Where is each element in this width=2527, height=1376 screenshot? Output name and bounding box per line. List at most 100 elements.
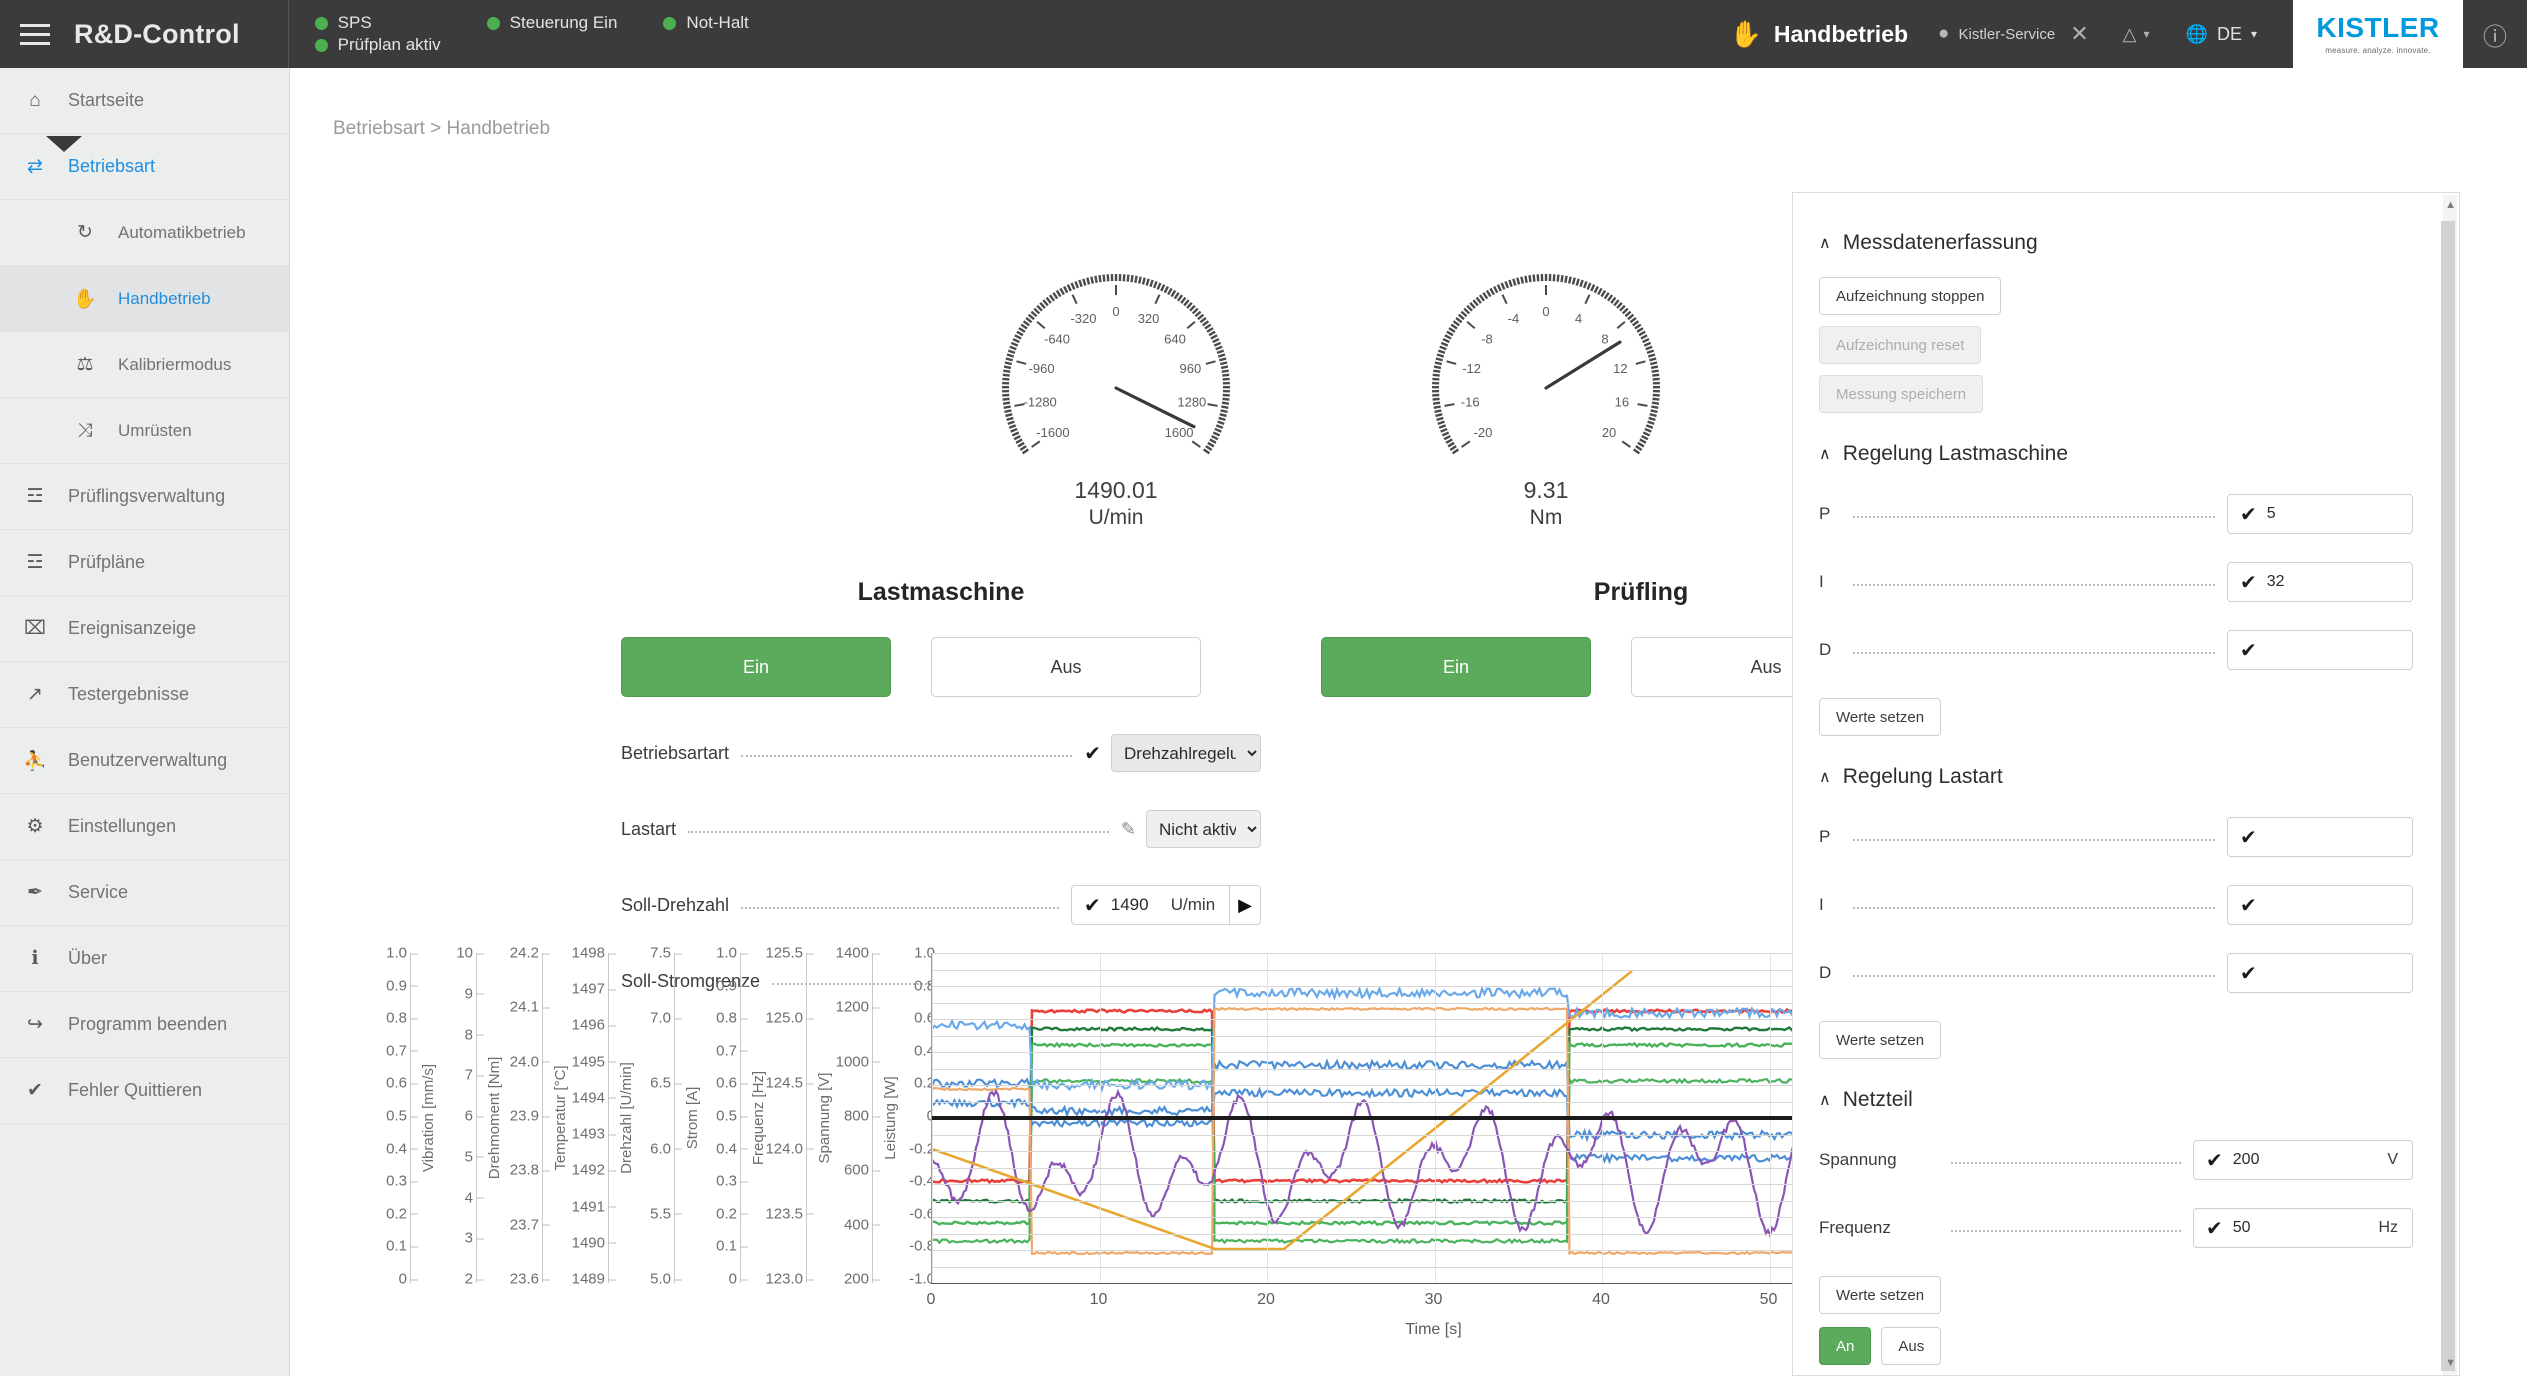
speed-gauge: -1600 -1280 -960 -640 -320 0 320 640 960 1280 1600…	[981, 248, 1251, 530]
param-value[interactable]: 32	[2267, 573, 2285, 591]
check-icon: ✔	[1084, 742, 1101, 765]
sidebar-item-ereignisanzeige[interactable]: ⌧ Ereignisanzeige	[0, 596, 289, 662]
chart-plot-area[interactable]	[930, 953, 1938, 1284]
dotted-leader	[1853, 652, 2215, 654]
param-input-i[interactable]: ✔ 32	[2227, 562, 2413, 602]
status-sps: SPS	[314, 13, 441, 33]
top-bar-right: ✋ Handbetrieb ● Kistler-Service ✕ △ ▾ 🌐 …	[1729, 0, 2527, 68]
param-label: P	[1819, 504, 1831, 523]
section-header-regelung-lastmaschine[interactable]: ∧ Regelung Lastmaschine	[1819, 442, 2413, 466]
svg-text:20: 20	[1602, 425, 1616, 440]
param-value[interactable]: 200	[2233, 1151, 2260, 1169]
info-icon[interactable]: ⓘ	[2483, 17, 2507, 52]
netzteil-aus-button[interactable]: Aus	[1881, 1327, 1942, 1365]
number-field-value[interactable]: 1490	[1111, 895, 1171, 915]
scroll-down-icon[interactable]: ▼	[2445, 1357, 2456, 1369]
sidebar-item-testergebnisse[interactable]: ↗ Testergebnisse	[0, 662, 289, 728]
shuffle-icon: ⤨	[77, 419, 93, 441]
param-input-d[interactable]: ✔	[2227, 630, 2413, 670]
sidebar-item-pr-flingsverwaltung[interactable]: ☲ Prüflingsverwaltung	[0, 464, 289, 530]
apply-play-button[interactable]: ▶	[1229, 886, 1260, 924]
sidebar-item-pr-fpl-ne[interactable]: ☲ Prüfpläne	[0, 530, 289, 596]
warnings-menu[interactable]: △ ▾	[2123, 24, 2150, 45]
netzteil-an-button[interactable]: An	[1819, 1327, 1872, 1365]
pencil-icon[interactable]: ✎	[1121, 819, 1136, 840]
sidebar-item-startseite[interactable]: ⌂ Startseite	[0, 68, 289, 134]
chart-zero-line	[932, 1116, 1936, 1120]
status-steuerung-ein: Steuerung Ein	[486, 13, 617, 33]
button-werte-setzen-1[interactable]: Werte setzen	[1819, 698, 1942, 736]
logout-close-icon[interactable]: ✕	[2070, 21, 2088, 47]
sidebar-item-handbetrieb[interactable]: ✋ Handbetrieb	[0, 266, 289, 332]
param-input-d[interactable]: ✔	[2227, 953, 2413, 993]
status-not-halt: Not-Halt	[663, 13, 749, 33]
sidebar-item-programm-beenden[interactable]: ↪ Programm beenden	[0, 992, 289, 1058]
right-panel-scrollbar[interactable]	[2441, 195, 2457, 1375]
param-input-p[interactable]: ✔ 5	[2227, 494, 2413, 534]
chart-gridline-h	[932, 1134, 1936, 1136]
sidebar-item-kalibriermodus[interactable]: ⚖ Kalibriermodus	[0, 332, 289, 398]
number-field-soll-drehzahl[interactable]: ✔ 1490 U/min ▶	[1071, 885, 1261, 925]
svg-text:-4: -4	[1508, 311, 1520, 326]
dotted-leader	[1853, 584, 2215, 586]
param-value[interactable]: 5	[2267, 505, 2276, 523]
lastmaschine-aus-button[interactable]: Aus	[931, 637, 1201, 697]
sidebar-item-einstellungen[interactable]: ⚙ Einstellungen	[0, 794, 289, 860]
select-betriebsartart[interactable]: Drehzahlregelung	[1111, 734, 1261, 772]
sidebar-item-betriebsart[interactable]: ⇄ Betriebsart	[0, 134, 289, 200]
sidebar: ⌂ Startseite ⇄ Betriebsart ↻ Automatikbetrieb…	[0, 68, 290, 1376]
select-lastart[interactable]: Nicht aktiv	[1146, 810, 1261, 848]
param-input-p[interactable]: ✔	[2227, 817, 2413, 857]
field-row-lastart: Lastart ✎ Nicht aktiv	[621, 809, 1261, 849]
button-werte-setzen-3[interactable]: Werte setzen	[1819, 1276, 1942, 1314]
scroll-up-icon[interactable]: ▲	[2445, 199, 2456, 211]
language-label: DE	[2216, 23, 2242, 44]
param-row-d: D ✔	[1819, 630, 2413, 670]
menu-toggle-icon[interactable]	[0, 0, 70, 68]
sidebar-item--ber[interactable]: ℹ Über	[0, 926, 289, 992]
button-werte-setzen-2[interactable]: Werte setzen	[1819, 1021, 1942, 1059]
section-title: Messdatenerfassung	[1842, 231, 2038, 254]
sidebar-item-label: Benutzerverwaltung	[68, 750, 228, 770]
param-input-i[interactable]: ✔	[2227, 885, 2413, 925]
check-icon: ✔	[27, 1080, 43, 1101]
section-header-netzteil[interactable]: ∧ Netzteil	[1819, 1088, 2413, 1112]
right-panel-scroll-thumb[interactable]	[2441, 221, 2455, 1371]
chevron-up-icon: ∧	[1819, 235, 1831, 252]
sidebar-item-benutzerverwaltung[interactable]: ⛹ Benutzerverwaltung	[0, 728, 289, 794]
param-input-spannung[interactable]: ✔ 200 V	[2193, 1140, 2413, 1180]
param-label: Spannung	[1819, 1150, 1897, 1169]
svg-text:640: 640	[1164, 332, 1186, 347]
language-selector[interactable]: 🌐 DE ▾	[2186, 24, 2257, 45]
refresh-icon: ↻	[77, 222, 93, 243]
gears-icon: ⚙	[26, 816, 44, 837]
chevron-up-icon: ∧	[1819, 1092, 1831, 1109]
pruefling-ein-button[interactable]: Ein	[1321, 637, 1591, 697]
check-icon: ✔	[2240, 962, 2257, 985]
lastmaschine-ein-button[interactable]: Ein	[621, 637, 891, 697]
chart-gridline-h	[932, 1233, 1936, 1235]
chart-gridline-h	[932, 953, 1936, 954]
svg-text:4: 4	[1575, 311, 1582, 326]
sidebar-item-umr-sten[interactable]: ⤨ Umrüsten	[0, 398, 289, 464]
axis-tick-group: 10 9 8 7 6 5 4 3 2	[399, 945, 485, 1288]
button-aufzeichnung-stoppen[interactable]: Aufzeichnung stoppen	[1819, 277, 2002, 315]
chevron-up-icon: ∧	[1819, 446, 1831, 463]
sidebar-nav-list: ⌂ Startseite ⇄ Betriebsart ↻ Automatikbetrieb…	[0, 68, 289, 1124]
user-chip[interactable]: ● Kistler-Service ✕	[1938, 21, 2089, 47]
svg-text:-320: -320	[1070, 311, 1096, 326]
check-icon: ✔	[2240, 571, 2257, 594]
chart-gridline-h	[932, 1151, 1936, 1152]
status-label: Prüfplan aktiv	[337, 35, 441, 54]
param-value[interactable]: 50	[2233, 1219, 2251, 1237]
param-input-frequenz[interactable]: ✔ 50 Hz	[2193, 1208, 2413, 1248]
section-header-messdatenerfassung[interactable]: ∧ Messdatenerfassung	[1819, 231, 2413, 255]
top-bar: R&D-Control SPS Steuerung Ein Not-Halt P…	[0, 0, 2527, 68]
sidebar-item-service[interactable]: ✒ Service	[0, 860, 289, 926]
sidebar-item-automatikbetrieb[interactable]: ↻ Automatikbetrieb	[0, 200, 289, 266]
section-header-regelung-lastart[interactable]: ∧ Regelung Lastart	[1819, 765, 2413, 789]
sidebar-item-fehler-quittieren[interactable]: ✔ Fehler Quittieren	[0, 1058, 289, 1124]
netzteil-toggle: An Aus	[1819, 1327, 2413, 1375]
logo-tagline: measure. analyze. innovate.	[2325, 45, 2431, 55]
sidebar-item-label: Automatikbetrieb	[118, 222, 246, 242]
